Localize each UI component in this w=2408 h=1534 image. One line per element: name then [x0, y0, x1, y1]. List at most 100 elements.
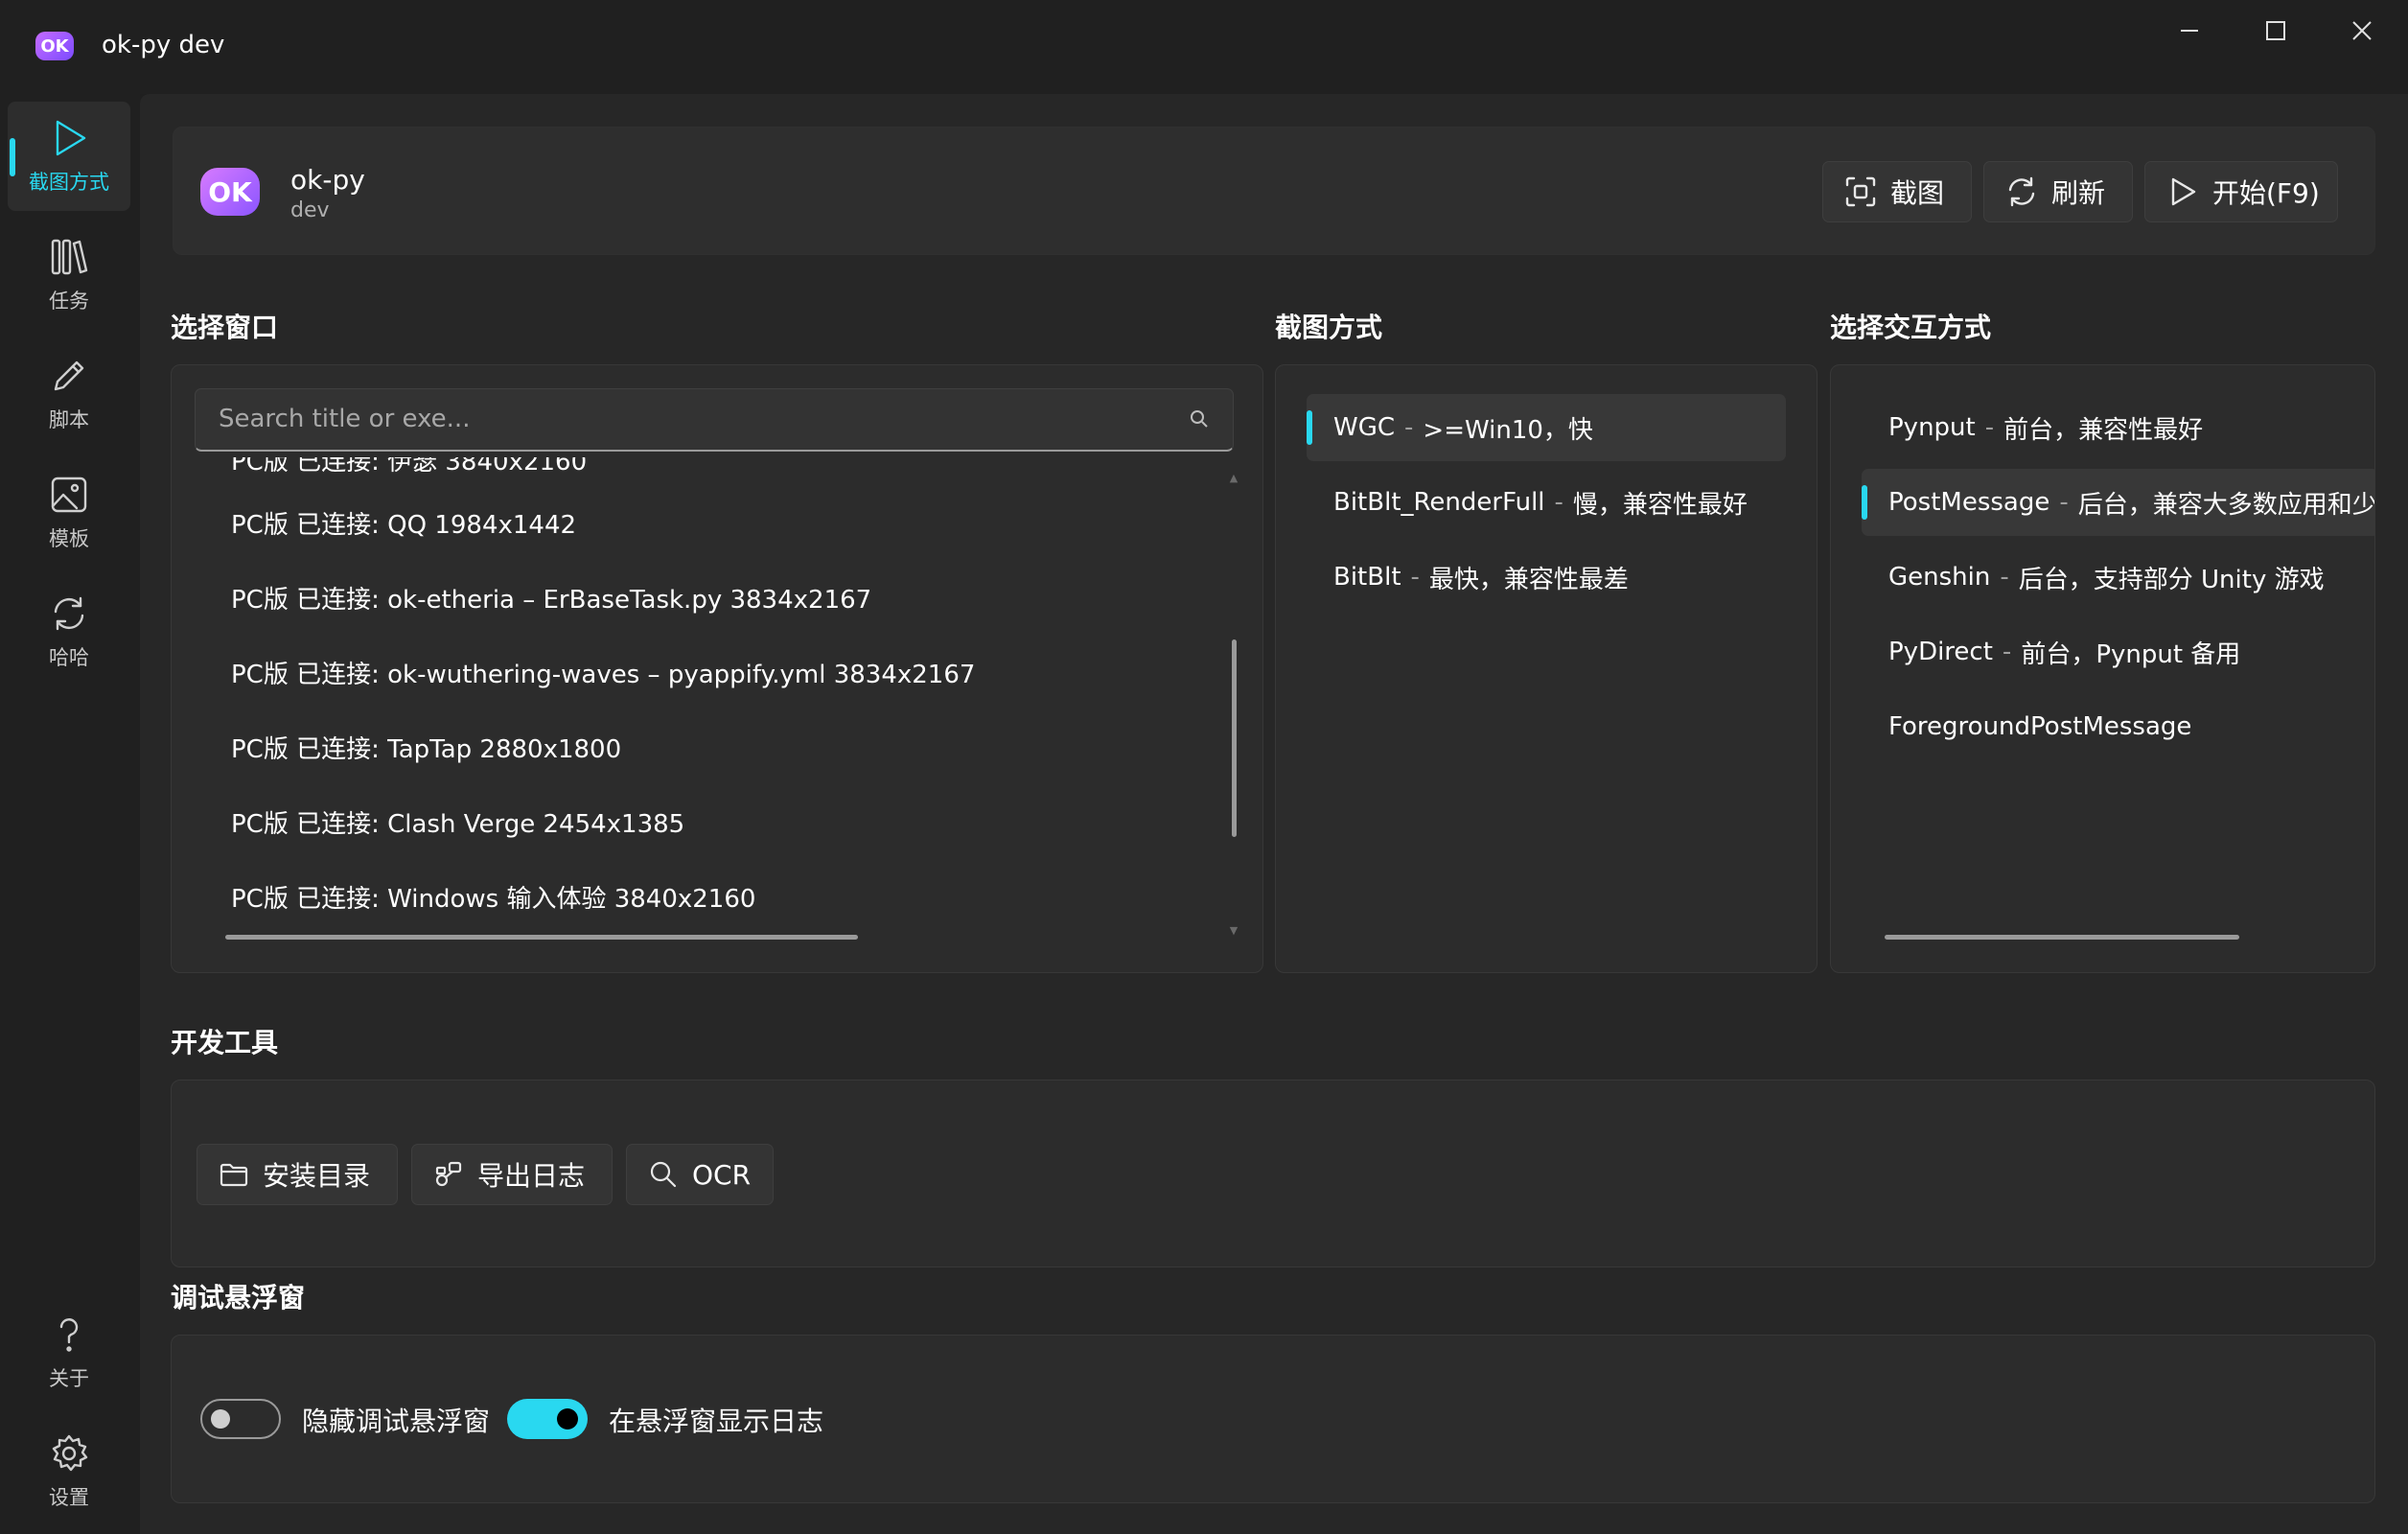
sidebar-item-scripts[interactable]: 脚本 [8, 339, 130, 449]
window-list-panel: PC版 已连接: 伊瑟 3840x2160 PC版 已连接: QQ 1984x1… [171, 364, 1263, 973]
interaction-option-pynput[interactable]: Pynput - 前台，兼容性最好 [1862, 394, 2374, 461]
screenshot-button[interactable]: 截图 [1822, 161, 1972, 222]
close-icon [2352, 21, 2372, 40]
option-desc: 后台，兼容大多数应用和少 [2077, 490, 2375, 520]
active-indicator [10, 138, 15, 176]
screenshot-button-label: 截图 [1890, 177, 1945, 209]
ocr-button[interactable]: OCR [626, 1144, 774, 1205]
dev-tools-panel: 安装目录 导出日志 OCR [171, 1080, 2375, 1267]
capture-option-bitblt-renderfull[interactable]: BitBlt_RenderFull - 慢，兼容性最好 [1307, 469, 1786, 536]
sidebar-item-about[interactable]: 关于 [8, 1298, 130, 1407]
sidebar-item-haha[interactable]: 哈哈 [8, 577, 130, 686]
capture-method-title: 截图方式 [1275, 312, 1383, 343]
sidebar-item-label: 哈哈 [49, 646, 89, 669]
window-list: PC版 已连接: 伊瑟 3840x2160 PC版 已连接: QQ 1984x1… [172, 457, 1216, 965]
list-item[interactable]: PC版 已连接: QQ 1984x1442 [231, 505, 576, 541]
sync-icon [54, 596, 84, 631]
sidebar-item-label: 关于 [49, 1367, 89, 1390]
interaction-method-title: 选择交互方式 [1830, 312, 1992, 343]
refresh-button[interactable]: 刷新 [1983, 161, 2133, 222]
gear-icon [52, 1434, 88, 1472]
export-logs-button[interactable]: 导出日志 [411, 1144, 613, 1205]
option-name: BitBlt_RenderFull [1333, 488, 1545, 517]
ok-logo-icon: OK [200, 168, 260, 216]
maximize-icon [2266, 21, 2285, 40]
interaction-method-panel: Pynput - 前台，兼容性最好 PostMessage - 后台，兼容大多数应用和少… [1830, 364, 2375, 973]
show-log-label: 在悬浮窗显示日志 [609, 1406, 824, 1437]
capture-option-bitblt[interactable]: BitBlt - 最快，兼容性最差 [1307, 544, 1786, 611]
start-button-label: 开始(F9) [2212, 177, 2320, 209]
vertical-scrollbar[interactable] [1232, 639, 1237, 837]
show-log-toggle[interactable] [507, 1399, 588, 1439]
interaction-option-postmessage[interactable]: PostMessage - 后台，兼容大多数应用和少 [1862, 469, 2375, 536]
horizontal-scrollbar[interactable] [1885, 935, 2239, 940]
option-desc: 慢，兼容性最好 [1572, 490, 1748, 520]
option-name: BitBlt [1333, 563, 1401, 592]
help-icon [59, 1318, 79, 1352]
sidebar-item-tasks[interactable]: 任务 [8, 221, 130, 330]
hide-overlay-label: 隐藏调试悬浮窗 [302, 1406, 491, 1437]
option-name: Pynput [1888, 413, 1976, 442]
folder-icon [220, 1163, 248, 1187]
sidebar-item-label: 任务 [49, 290, 89, 313]
option-desc: 前台，Pynput 备用 [2021, 639, 2241, 669]
sidebar-item-label: 脚本 [49, 408, 89, 431]
interaction-option-genshin[interactable]: Genshin - 后台，支持部分 Unity 游戏 [1862, 544, 2374, 611]
toggle-knob [557, 1408, 578, 1429]
select-window-title: 选择窗口 [171, 312, 279, 343]
interaction-option-foregroundpostmessage[interactable]: ForegroundPostMessage [1862, 693, 2374, 760]
pencil-icon [54, 360, 84, 391]
list-item[interactable]: PC版 已连接: TapTap 2880x1800 [231, 730, 621, 765]
window-title: ok-py dev [102, 31, 225, 59]
dev-tools-title: 开发工具 [171, 1027, 279, 1058]
list-item[interactable]: PC版 已连接: Clash Verge 2454x1385 [231, 804, 684, 840]
hide-overlay-toggle[interactable] [200, 1399, 281, 1439]
selected-indicator [1862, 485, 1867, 520]
export-logs-label: 导出日志 [477, 1160, 586, 1192]
title-bar: OK ok-py dev [0, 0, 2408, 94]
install-dir-button[interactable]: 安装目录 [197, 1144, 398, 1205]
search-field[interactable] [195, 388, 1234, 452]
list-item[interactable]: PC版 已连接: Windows 输入体验 3840x2160 [231, 879, 755, 915]
search-icon [650, 1161, 677, 1188]
play-icon [2171, 177, 2196, 206]
play-icon [56, 120, 86, 156]
close-button[interactable] [2331, 13, 2393, 48]
sidebar-item-label: 截图方式 [29, 171, 109, 194]
list-item[interactable]: PC版 已连接: ok-wuthering-waves – pyappify.y… [231, 655, 975, 690]
option-name: WGC [1333, 413, 1396, 442]
selected-indicator [1307, 410, 1312, 445]
capture-option-wgc[interactable]: WGC - >=Win10，快 [1307, 394, 1786, 461]
interaction-option-pydirect[interactable]: PyDirect - 前台，Pynput 备用 [1862, 618, 2374, 686]
search-input[interactable] [219, 389, 1158, 449]
option-name: PyDirect [1888, 638, 1993, 666]
sidebar-item-label: 模板 [49, 527, 89, 550]
app-name: ok-py [290, 164, 365, 196]
refresh-button-label: 刷新 [2051, 177, 2106, 209]
sidebar-item-capture[interactable]: 截图方式 [8, 102, 130, 211]
toggle-knob [211, 1409, 230, 1429]
library-icon [51, 239, 88, 275]
sidebar-item-templates[interactable]: 模板 [8, 458, 130, 568]
horizontal-scrollbar[interactable] [225, 935, 858, 940]
option-desc: 后台，支持部分 Unity 游戏 [2018, 565, 2325, 594]
minimize-button[interactable] [2159, 13, 2220, 48]
debug-overlay-title: 调试悬浮窗 [171, 1282, 306, 1313]
image-icon [51, 476, 87, 513]
option-name: Genshin [1888, 563, 1991, 592]
start-button[interactable]: 开始(F9) [2144, 161, 2338, 222]
sidebar: 截图方式 任务 脚本 模板 哈哈 关于 设置 [0, 94, 140, 1534]
maximize-button[interactable] [2245, 13, 2306, 48]
sidebar-item-settings[interactable]: 设置 [8, 1417, 130, 1526]
app-logo-icon: OK [35, 32, 74, 60]
option-name: ForegroundPostMessage [1888, 712, 2192, 741]
ocr-label: OCR [692, 1158, 752, 1191]
share-icon [435, 1161, 462, 1187]
sidebar-item-label: 设置 [49, 1486, 89, 1509]
scroll-up-arrow[interactable]: ▲ [1226, 473, 1241, 484]
scroll-down-arrow[interactable]: ▼ [1226, 925, 1241, 937]
list-item[interactable]: PC版 已连接: 伊瑟 3840x2160 [231, 457, 587, 477]
option-desc: 最快，兼容性最差 [1428, 565, 1629, 594]
minimize-icon [2181, 30, 2198, 32]
list-item[interactable]: PC版 已连接: ok-etheria – ErBaseTask.py 3834… [231, 580, 871, 616]
